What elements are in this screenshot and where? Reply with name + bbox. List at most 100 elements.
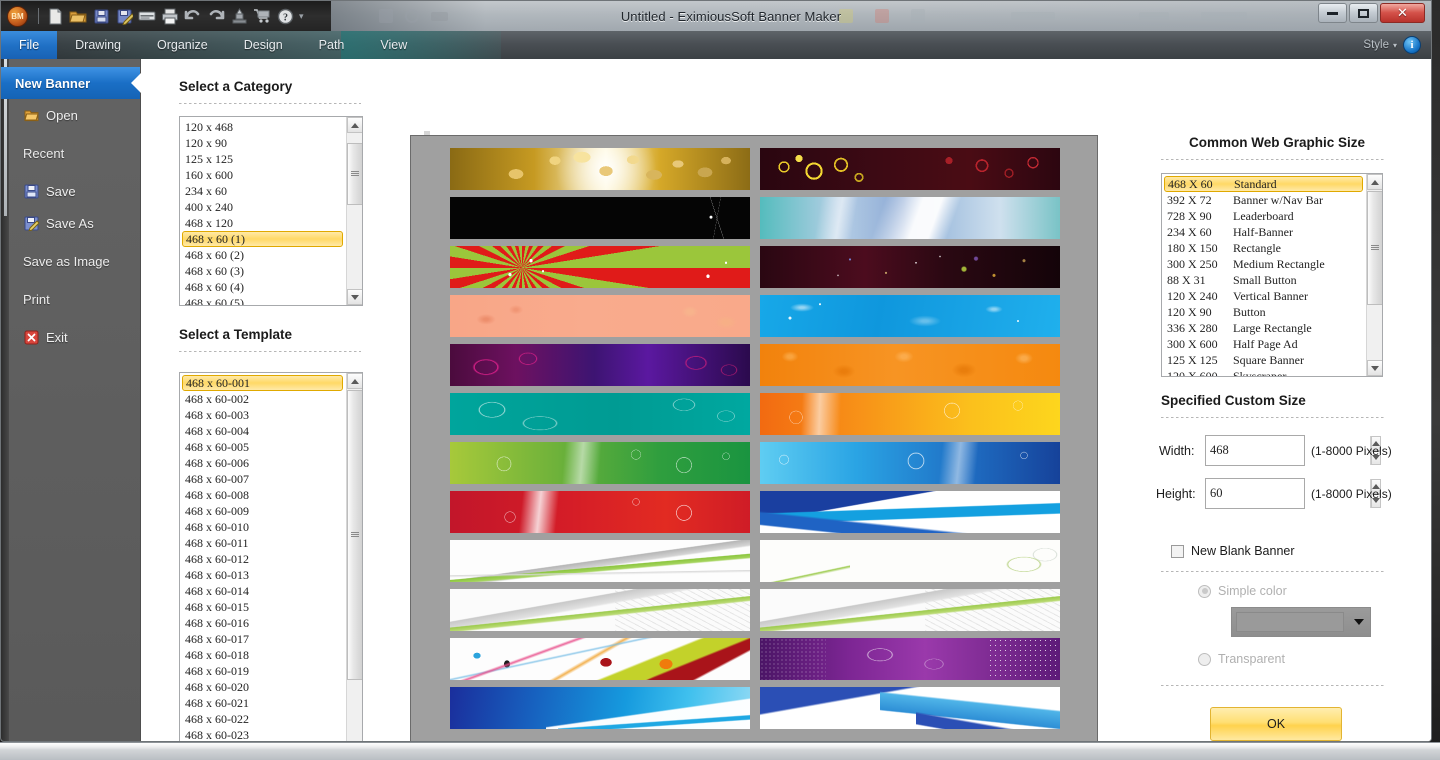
websize-scrollbar[interactable]: [1366, 174, 1382, 376]
list-item[interactable]: 468 x 60-002: [182, 391, 346, 407]
blue-white-ribbon-banner[interactable]: [760, 491, 1060, 533]
template-scrollbar[interactable]: [346, 373, 362, 741]
scrollbar-thumb[interactable]: [347, 390, 362, 680]
list-item[interactable]: 300 X 600 Half Page Ad: [1164, 336, 1366, 352]
template-preview-panel[interactable]: [410, 135, 1098, 741]
sidebar-item-recent[interactable]: Recent: [1, 137, 140, 169]
list-item[interactable]: 120 X 240 Vertical Banner: [1164, 288, 1366, 304]
scroll-down-button[interactable]: [1367, 360, 1382, 376]
blue-snowflake-banner[interactable]: [760, 442, 1060, 484]
blue-wave-banner[interactable]: [450, 687, 750, 729]
list-item[interactable]: 468 x 60-004: [182, 423, 346, 439]
list-item[interactable]: 468 x 60-017: [182, 631, 346, 647]
chevron-down-icon[interactable]: [1348, 619, 1370, 625]
simple-color-radio-row[interactable]: Simple color: [1198, 584, 1287, 598]
sidebar-item-save-as[interactable]: Save As: [1, 207, 140, 239]
tab-file[interactable]: File: [1, 31, 58, 59]
list-item[interactable]: 120 x 468: [182, 119, 346, 135]
red-green-rays-banner[interactable]: [450, 246, 750, 288]
magenta-purple-swirl-banner[interactable]: [450, 344, 750, 386]
tab-organize[interactable]: Organize: [139, 31, 226, 59]
minimize-button[interactable]: [1318, 3, 1347, 23]
tab-path[interactable]: Path: [301, 31, 363, 59]
tab-design[interactable]: Design: [226, 31, 301, 59]
category-listbox[interactable]: 120 x 468 120 x 90 125 x 125 160 x 600 2…: [179, 116, 363, 306]
white-green-vine-banner[interactable]: [760, 540, 1060, 582]
maroon-bokeh-banner[interactable]: [760, 246, 1060, 288]
list-item[interactable]: 468 x 60 (3): [182, 263, 346, 279]
ok-button[interactable]: OK: [1210, 707, 1342, 741]
customize-caret-icon[interactable]: ▾: [299, 11, 304, 22]
list-item[interactable]: 468 x 60-006: [182, 455, 346, 471]
grey-mesh-green-banner-2[interactable]: [760, 589, 1060, 631]
list-item[interactable]: 160 x 600: [182, 167, 346, 183]
list-item[interactable]: 300 X 250 Medium Rectangle: [1164, 256, 1366, 272]
list-item[interactable]: 468 x 60-023: [182, 727, 346, 741]
close-button[interactable]: ✕: [1380, 3, 1425, 23]
list-item[interactable]: 468 x 60 (2): [182, 247, 346, 263]
yellow-red-circles-banner[interactable]: [760, 148, 1060, 190]
tab-view[interactable]: View: [362, 31, 425, 59]
orange-damask-banner[interactable]: [760, 344, 1060, 386]
list-item[interactable]: 468 x 60-018: [182, 647, 346, 663]
save-as-icon[interactable]: [113, 5, 135, 27]
color-picker-combo[interactable]: [1231, 607, 1371, 637]
sidebar-item-exit[interactable]: Exit: [1, 321, 140, 353]
list-item[interactable]: 468 x 60-008: [182, 487, 346, 503]
template-listbox[interactable]: 468 x 60-001 468 x 60-002 468 x 60-003 4…: [179, 372, 363, 741]
list-item[interactable]: 392 X 72 Banner w/Nav Bar: [1164, 192, 1366, 208]
new-blank-banner-checkbox-row[interactable]: New Blank Banner: [1171, 544, 1295, 558]
info-button[interactable]: i: [1403, 36, 1421, 54]
blue-teal-swoosh-banner[interactable]: [760, 197, 1060, 239]
sidebar-item-new-banner[interactable]: New Banner: [1, 67, 141, 99]
gold-bubbles-banner[interactable]: [450, 148, 750, 190]
style-menu-button[interactable]: Style ▾: [1363, 31, 1397, 59]
sidebar-item-open[interactable]: Open: [1, 99, 140, 131]
list-item[interactable]: 468 x 60-003: [182, 407, 346, 423]
list-item[interactable]: 728 X 90 Leaderboard: [1164, 208, 1366, 224]
list-item[interactable]: 468 x 60-013: [182, 567, 346, 583]
redo-icon[interactable]: [205, 5, 227, 27]
list-item[interactable]: 468 x 60-021: [182, 695, 346, 711]
websize-listbox[interactable]: 468 X 60 Standard 392 X 72 Banner w/Nav Ba…: [1161, 173, 1383, 377]
help-icon[interactable]: ?: [274, 5, 296, 27]
checkbox-icon[interactable]: [1171, 544, 1184, 558]
colorful-music-banner[interactable]: [450, 638, 750, 680]
white-green-swoosh-banner[interactable]: [450, 540, 750, 582]
scroll-up-button[interactable]: [1367, 174, 1382, 190]
print-icon[interactable]: [159, 5, 181, 27]
list-item[interactable]: 468 x 60-011: [182, 535, 346, 551]
teal-wave-banner[interactable]: [450, 393, 750, 435]
transparent-radio-row[interactable]: Transparent: [1198, 652, 1285, 666]
list-item[interactable]: 336 X 280 Large Rectangle: [1164, 320, 1366, 336]
orange-yellow-snowflake-banner[interactable]: [760, 393, 1060, 435]
cyan-floral-banner[interactable]: [760, 295, 1060, 337]
list-item[interactable]: 468 x 60-015: [182, 599, 346, 615]
save-icon[interactable]: [90, 5, 112, 27]
new-document-icon[interactable]: [44, 5, 66, 27]
list-item[interactable]: 120 x 90: [182, 135, 346, 151]
peach-floral-banner[interactable]: [450, 295, 750, 337]
list-item-selected[interactable]: 468 X 60 Standard: [1164, 176, 1363, 192]
list-item[interactable]: 468 x 60 (5): [182, 295, 346, 305]
list-item-selected[interactable]: 468 x 60-001: [182, 375, 343, 391]
export-icon[interactable]: [228, 5, 250, 27]
scroll-up-button[interactable]: [347, 373, 362, 389]
list-item[interactable]: 120 X 90 Button: [1164, 304, 1366, 320]
list-item[interactable]: 468 x 60-010: [182, 519, 346, 535]
undo-icon[interactable]: [182, 5, 204, 27]
list-item[interactable]: 468 x 60-020: [182, 679, 346, 695]
list-item[interactable]: 468 x 60-016: [182, 615, 346, 631]
grey-mesh-green-banner[interactable]: [450, 589, 750, 631]
maximize-button[interactable]: [1349, 3, 1378, 23]
sidebar-item-save-as-image[interactable]: Save as Image: [1, 245, 140, 277]
category-scrollbar[interactable]: [346, 117, 362, 305]
list-item[interactable]: 234 X 60 Half-Banner: [1164, 224, 1366, 240]
sidebar-item-print[interactable]: Print: [1, 283, 140, 315]
radio-icon[interactable]: [1198, 652, 1211, 666]
scroll-down-button[interactable]: [347, 289, 362, 305]
scrollbar-thumb[interactable]: [1367, 191, 1382, 305]
blue-double-wave-banner[interactable]: [760, 687, 1060, 729]
list-item[interactable]: 468 x 60-019: [182, 663, 346, 679]
color-swatch[interactable]: [1236, 612, 1344, 632]
